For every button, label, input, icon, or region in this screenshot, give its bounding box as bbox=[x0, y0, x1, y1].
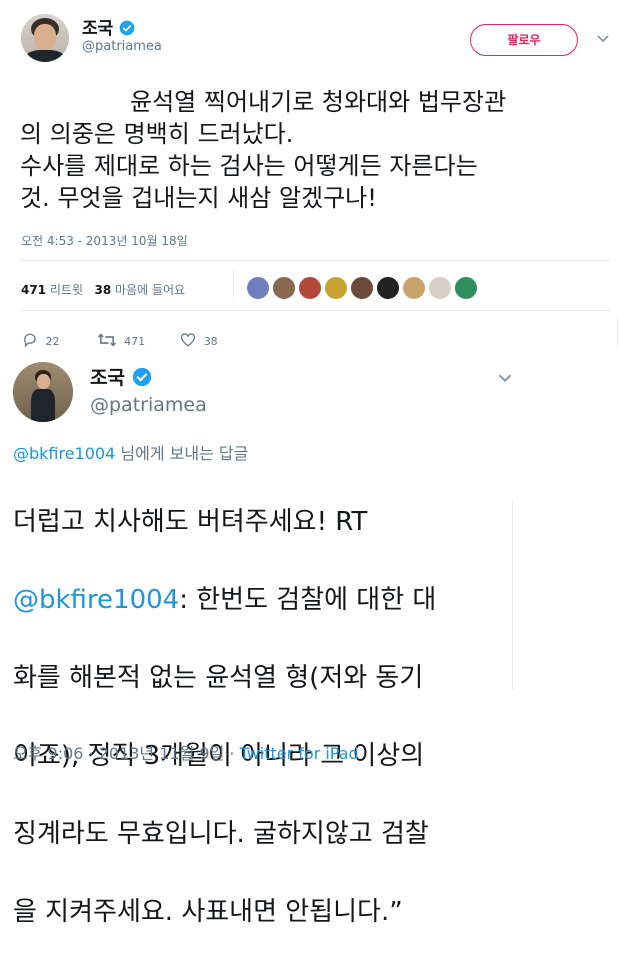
follow-button[interactable]: 팔로우 bbox=[470, 24, 578, 56]
like-action[interactable]: 38 bbox=[180, 333, 218, 348]
tweet-stats: 471 리트윗 38 마음에 들어요 bbox=[21, 281, 185, 298]
liker-avatar[interactable] bbox=[402, 276, 426, 300]
reply-to-suffix: 님에게 보내는 답글 bbox=[115, 444, 249, 463]
retweets-label[interactable]: 리트윗 bbox=[50, 283, 83, 297]
verified-badge-icon bbox=[119, 20, 135, 36]
liker-avatar[interactable] bbox=[298, 276, 322, 300]
liker-avatar[interactable] bbox=[376, 276, 400, 300]
liker-avatar[interactable] bbox=[324, 276, 348, 300]
likes-label[interactable]: 마음에 들어요 bbox=[115, 283, 185, 297]
reply-icon[interactable] bbox=[22, 333, 38, 348]
reply-to-line: @bkfire1004 님에게 보내는 답글 bbox=[13, 440, 248, 464]
tweet-text-line: 을 지켜주세요. 사표내면 안됩니다.” bbox=[13, 897, 403, 927]
chevron-down-icon[interactable] bbox=[596, 28, 610, 49]
liker-avatar[interactable] bbox=[246, 276, 270, 300]
tweet-text-line: 의 의중은 명백히 드러났다. bbox=[20, 120, 294, 148]
author-handle[interactable]: @patriamea bbox=[90, 394, 207, 416]
edge-line bbox=[512, 500, 513, 690]
tweet-footer: 오후 9:06 · 2013년 11월 9일 · Twitter for iPa… bbox=[13, 740, 359, 764]
retweet-count: 471 bbox=[124, 335, 146, 348]
tweet-text-line: 수사를 제대로 하는 검사는 어떻게든 자른다는 bbox=[20, 152, 478, 180]
tweet-timestamp[interactable]: 오후 9:06 · 2013년 11월 9일 · bbox=[13, 744, 240, 763]
liker-avatar[interactable] bbox=[272, 276, 296, 300]
tweet-timestamp[interactable]: 오전 4:53 - 2013년 10월 18일 bbox=[21, 232, 188, 249]
tweet-text-line: 윤석열 찍어내기로 청와대와 법무장관 bbox=[130, 88, 507, 116]
reply-count: 22 bbox=[45, 335, 60, 348]
like-count: 38 bbox=[203, 335, 218, 348]
edge-line bbox=[617, 318, 618, 348]
author-name-text[interactable]: 조국 bbox=[90, 367, 125, 389]
divider bbox=[20, 260, 610, 261]
tweet-source-link[interactable]: Twitter for iPad bbox=[240, 744, 359, 763]
tweet-text-line: 더럽고 치사해도 버텨주세요! RT bbox=[13, 507, 368, 537]
retweet-action[interactable]: 471 bbox=[97, 333, 146, 348]
tweet-text-line: @bkfire1004: 한번도 검찰에 대한 대 bbox=[13, 581, 603, 620]
tweet-text: 윤석열 찍어내기로 청와대와 법무장관 의 의중은 명백히 드러났다. 수사를 … bbox=[20, 86, 610, 214]
author-name[interactable]: 조국 bbox=[90, 363, 152, 390]
verified-badge-icon bbox=[132, 367, 151, 387]
likes-count[interactable]: 38 bbox=[94, 283, 111, 297]
tweet-actions: 22 471 38 bbox=[22, 330, 218, 349]
tweet-text-fragment: : 한번도 검찰에 대한 대 bbox=[179, 585, 437, 615]
mention-link[interactable]: @bkfire1004 bbox=[13, 585, 179, 615]
heart-icon[interactable] bbox=[180, 333, 196, 347]
liker-avatar[interactable] bbox=[350, 276, 374, 300]
reply-to-handle[interactable]: @bkfire1004 bbox=[13, 444, 115, 463]
tweet-text: 더럽고 치사해도 버텨주세요! RT @bkfire1004: 한번도 검찰에 … bbox=[13, 464, 603, 971]
tweet-text-line: 징계라도 무효입니다. 굴하지않고 검찰 bbox=[13, 819, 429, 849]
avatar[interactable] bbox=[13, 362, 73, 422]
author-handle[interactable]: @patriamea bbox=[82, 39, 162, 54]
retweets-count[interactable]: 471 bbox=[21, 283, 46, 297]
avatar[interactable] bbox=[21, 14, 69, 62]
reply-action[interactable]: 22 bbox=[22, 333, 60, 348]
retweet-icon[interactable] bbox=[97, 333, 117, 347]
author-name-text[interactable]: 조국 bbox=[82, 19, 113, 39]
liker-avatar[interactable] bbox=[428, 276, 452, 300]
tweet-text-line: 것. 무엇을 겁내는지 새삼 알겠구나! bbox=[20, 184, 377, 212]
divider bbox=[20, 310, 610, 311]
liker-avatar[interactable] bbox=[454, 276, 478, 300]
tweet-text-line: 화를 해본적 없는 윤석열 형(저와 동기 bbox=[13, 663, 424, 693]
stats-separator bbox=[233, 270, 234, 300]
chevron-down-icon[interactable] bbox=[497, 368, 513, 389]
author-name[interactable]: 조국 bbox=[82, 14, 135, 39]
